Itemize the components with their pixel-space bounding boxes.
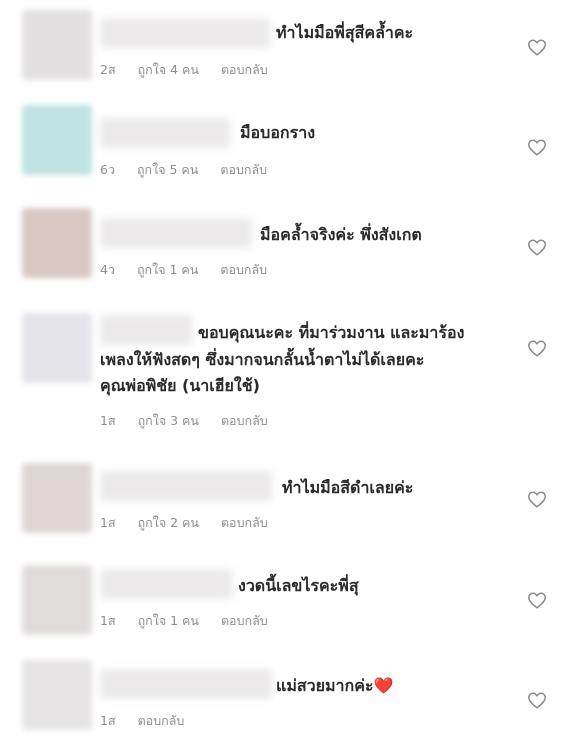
reply-button[interactable]: ตอบกลับ [221,515,268,530]
comment-meta: 2ส ถูกใจ 4 คน ตอบกลับ [100,60,286,80]
reply-button[interactable]: ตอบกลับ [138,713,185,728]
reply-button[interactable]: ตอบกลับ [220,262,267,277]
like-count[interactable]: ถูกใจ 2 คน [138,515,199,530]
reply-button[interactable]: ตอบกลับ [221,413,268,428]
heart-outline-icon[interactable] [526,589,548,611]
avatar[interactable] [22,660,92,730]
like-count[interactable]: ถูกใจ 4 คน [138,62,199,77]
heart-outline-icon[interactable] [526,689,548,711]
username-blurred[interactable] [100,315,192,345]
comment-text-line: คุณพ่อพิชัย (นาเฮียใช้) [100,376,260,395]
comment-meta: 1ส ตอบกลับ [100,711,202,731]
comment-time: 1ส [100,713,116,728]
comment-time: 1ส [100,515,116,530]
red-heart-emoji-icon: ❤️ [373,676,394,695]
comment-text: ทำไมมือสีดำเลยค่ะ [282,478,414,497]
reply-button[interactable]: ตอบกลับ [220,162,267,177]
avatar[interactable] [22,105,92,175]
comment-meta: 1ส ถูกใจ 1 คน ตอบกลับ [100,611,286,631]
comment-time: 2ส [100,62,116,77]
username-blurred[interactable] [100,118,230,148]
username-blurred[interactable] [100,669,272,699]
avatar[interactable] [22,10,92,80]
avatar[interactable] [22,208,92,278]
comment-time: 1ส [100,613,116,628]
comment-text: ทำไมมือพี่สุสีคล้ำคะ [276,23,414,42]
comment-text: แม่สวยมากค่ะ❤️ [276,673,393,698]
like-count[interactable]: ถูกใจ 3 คน [138,413,199,428]
avatar[interactable] [22,463,92,533]
comment-text: มือคล้ำจริงค่ะ พึ่งสังเกต [260,225,422,244]
comment-time: 4ว [100,262,115,277]
heart-outline-icon[interactable] [526,136,548,158]
avatar[interactable] [22,565,92,635]
username-blurred[interactable] [100,471,272,501]
avatar[interactable] [22,313,92,383]
username-blurred[interactable] [100,18,270,48]
comment-meta: 4ว ถูกใจ 1 คน ตอบกลับ [100,260,285,280]
comment-text: มือบอกราง [240,123,315,142]
heart-outline-icon[interactable] [526,337,548,359]
like-count[interactable]: ถูกใจ 5 คน [137,162,198,177]
heart-outline-icon[interactable] [526,236,548,258]
heart-outline-icon[interactable] [526,36,548,58]
comment-text: งวดนี้เลขไรคะพี่สุ [238,576,359,595]
reply-button[interactable]: ตอบกลับ [221,62,268,77]
like-count[interactable]: ถูกใจ 1 คน [138,613,199,628]
comment-text-content: แม่สวยมากค่ะ [276,676,374,695]
comment-time: 1ส [100,413,116,428]
comment-time: 6ว [100,162,115,177]
username-blurred[interactable] [100,218,252,248]
comment-text-line: เพลงให้ฟังสดๆ ซึ่งมากจนกลั้นน้ำตาไม่ได้เ… [100,350,425,369]
comment-meta: 1ส ถูกใจ 2 คน ตอบกลับ [100,513,286,533]
comment-text-line: ขอบคุณนะคะ ที่มาร่วมงาน และมาร้อง [198,323,465,342]
comment-meta: 6ว ถูกใจ 5 คน ตอบกลับ [100,160,285,180]
reply-button[interactable]: ตอบกลับ [221,613,268,628]
username-blurred[interactable] [100,569,232,599]
heart-outline-icon[interactable] [526,488,548,510]
comment-meta: 1ส ถูกใจ 3 คน ตอบกลับ [100,411,286,431]
like-count[interactable]: ถูกใจ 1 คน [137,262,198,277]
